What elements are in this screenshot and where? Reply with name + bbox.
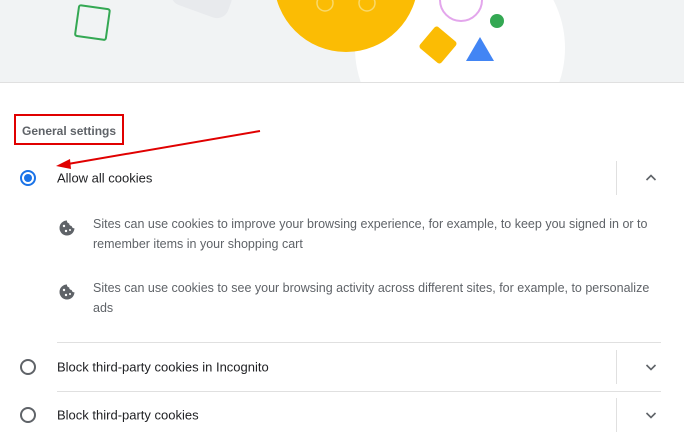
option-allow-all-cookies[interactable]: Allow all cookies [0,154,684,202]
option-label: Block third-party cookies in Incognito [57,359,269,375]
divider [616,350,617,384]
cookie-icon [59,284,75,300]
detail-item: Sites can use cookies to see your browsi… [57,278,657,320]
cookie-illustration-banner [0,0,684,83]
gray-pill-shape [171,0,232,19]
detail-item: Sites can use cookies to improve your br… [57,214,657,256]
radio-allow-all-cookies[interactable] [20,170,36,186]
option-label: Allow all cookies [57,170,153,186]
cookie-icon [59,220,75,236]
detail-text: Sites can use cookies to improve your br… [93,217,648,251]
option-block-third-party-incognito[interactable]: Block third-party cookies in Incognito [0,343,684,391]
annotation-highlight-box [14,114,124,145]
green-square-shape [74,4,111,41]
radio-block-third-party-incognito[interactable] [20,359,36,375]
option-block-third-party[interactable]: Block third-party cookies [0,391,684,439]
divider [616,161,617,195]
chevron-up-icon[interactable] [643,170,659,186]
option-label: Block third-party cookies [57,407,199,423]
divider [616,398,617,432]
detail-text: Sites can use cookies to see your browsi… [93,281,650,315]
chevron-down-icon[interactable] [643,359,659,375]
illustration-shapes [74,0,565,82]
chevron-down-icon[interactable] [643,407,659,423]
green-dot-shape [490,14,504,28]
radio-block-third-party[interactable] [20,407,36,423]
